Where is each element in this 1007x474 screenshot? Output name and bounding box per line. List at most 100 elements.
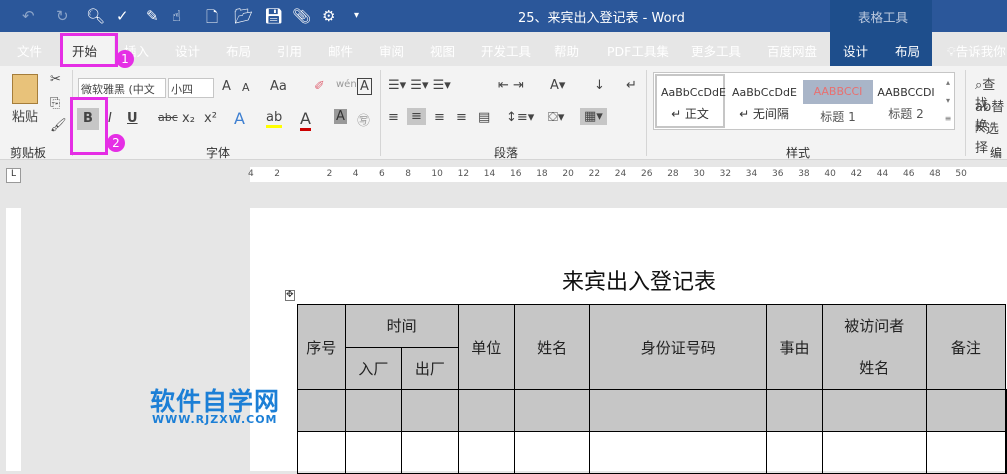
attach-icon[interactable]: 📎︎: [292, 7, 311, 25]
chinese-layout-icon[interactable]: A▾: [550, 78, 565, 93]
cell[interactable]: [297, 389, 346, 432]
touch-mode-icon[interactable]: ☝: [172, 7, 181, 25]
undo-icon[interactable]: ↶: [22, 7, 35, 25]
shading-icon[interactable]: ⛋▾: [548, 110, 564, 125]
cell[interactable]: [514, 431, 591, 474]
tab-selector[interactable]: L: [6, 168, 21, 183]
font-name-select[interactable]: 微软雅黑 (中文: [78, 78, 166, 98]
edit-icon[interactable]: ✎: [146, 7, 159, 25]
style-heading-1[interactable]: AABBCCI 标题 1: [803, 74, 873, 128]
cell[interactable]: [514, 389, 591, 432]
save-icon[interactable]: 💾︎: [264, 7, 283, 25]
cell[interactable]: [589, 389, 768, 432]
customize-qa-icon[interactable]: ▾: [354, 10, 359, 21]
cell[interactable]: [766, 389, 823, 432]
header-id[interactable]: 身份证号码: [589, 304, 768, 390]
phonetic-icon[interactable]: wén: [336, 79, 357, 90]
print-preview-icon[interactable]: 🔍︎: [86, 7, 105, 25]
enclose-char-icon[interactable]: ㊢: [357, 110, 370, 129]
cell[interactable]: [925, 389, 1007, 432]
tab-pdf-tools[interactable]: PDF工具集: [607, 41, 669, 60]
header-reason[interactable]: 事由: [766, 304, 823, 390]
cell[interactable]: [589, 431, 768, 474]
bullets-icon[interactable]: ☰▾ ☰▾ ☰▾: [388, 78, 451, 93]
table-move-handle[interactable]: ✥: [285, 290, 295, 301]
redo-icon[interactable]: ↻: [56, 7, 69, 25]
paste-button[interactable]: 粘贴: [12, 106, 38, 125]
header-time[interactable]: 时间: [344, 304, 459, 348]
tab-table-layout[interactable]: 布局: [895, 41, 920, 60]
cell[interactable]: [925, 431, 1007, 474]
tab-review[interactable]: 审阅: [379, 41, 404, 60]
horizontal-ruler[interactable]: 4 2 2 4 6 8 10 12 14 16 18 20 22 24 26 28 30 32 34 36 38 40 42…: [248, 167, 1007, 182]
cell[interactable]: [1005, 389, 1007, 432]
tell-me[interactable]: 💡︎告诉我你: [947, 41, 1006, 60]
cell[interactable]: [344, 431, 403, 474]
cell[interactable]: [1005, 431, 1007, 474]
vertical-ruler[interactable]: [6, 208, 21, 471]
header-note[interactable]: 备注: [925, 304, 1007, 390]
style-no-spacing[interactable]: AaBbCcDdE ↵ 无间隔: [728, 74, 800, 128]
style-heading-2[interactable]: AABBCCDI 标题 2: [873, 74, 939, 128]
italic-button[interactable]: I: [108, 111, 112, 126]
indent-icons[interactable]: ⇤ ⇥: [498, 78, 524, 93]
text-effects-icon[interactable]: A: [234, 109, 245, 128]
cell[interactable]: [401, 431, 459, 474]
new-doc-icon[interactable]: 🗋: [206, 7, 218, 32]
header-name[interactable]: 姓名: [514, 304, 591, 390]
align-right-icon[interactable]: ≡: [434, 110, 445, 125]
tab-baidu-netdisk[interactable]: 百度网盘: [767, 41, 817, 60]
underline-button[interactable]: U: [127, 111, 138, 126]
spelling-icon[interactable]: ✓: [116, 7, 129, 25]
gallery-scroll[interactable]: ▴ ▾ ≡: [942, 74, 954, 128]
tab-view[interactable]: 视图: [430, 41, 455, 60]
copy-icon[interactable]: ⎘: [50, 96, 60, 111]
cell[interactable]: [766, 431, 823, 474]
change-case-button[interactable]: Aa: [270, 79, 287, 94]
strikethrough-button[interactable]: abc: [158, 111, 178, 124]
header-no[interactable]: 序号: [297, 304, 346, 390]
cell[interactable]: [297, 431, 346, 474]
tab-table-design[interactable]: 设计: [843, 41, 868, 60]
tab-references[interactable]: 引用: [277, 41, 302, 60]
show-marks-icon[interactable]: ↵: [626, 78, 637, 93]
open-icon[interactable]: 📂︎: [234, 7, 253, 25]
format-painter-icon[interactable]: 🖌︎: [50, 118, 67, 133]
tab-mailings[interactable]: 邮件: [328, 41, 353, 60]
header-unit[interactable]: 单位: [457, 304, 516, 390]
clear-format-icon[interactable]: ✐: [314, 79, 325, 94]
font-size-select[interactable]: 小四: [168, 78, 214, 98]
cell[interactable]: [821, 389, 927, 432]
tab-file[interactable]: 文件: [17, 41, 42, 60]
highlight-icon[interactable]: ab: [266, 110, 283, 128]
paste-icon[interactable]: [12, 74, 38, 104]
check-icon[interactable]: ⚙: [322, 7, 335, 25]
tab-help[interactable]: 帮助: [554, 41, 579, 60]
grow-font-button[interactable]: A: [222, 79, 231, 94]
cell[interactable]: [344, 389, 403, 432]
style-normal[interactable]: AaBbCcDdE ↵ 正文: [655, 74, 726, 128]
cell[interactable]: [457, 431, 516, 474]
header-visitee[interactable]: 被访问者 姓名: [821, 304, 927, 390]
shrink-font-button[interactable]: A: [242, 81, 250, 94]
borders-icon[interactable]: ▦▾: [580, 108, 607, 125]
tab-layout[interactable]: 布局: [226, 41, 251, 60]
cell[interactable]: [457, 389, 516, 432]
tab-more-tools[interactable]: 更多工具: [691, 41, 741, 60]
distribute-icon[interactable]: ▤: [478, 110, 490, 125]
sort-icon[interactable]: ↓: [594, 78, 605, 93]
cut-icon[interactable]: ✂: [50, 72, 61, 87]
superscript-button[interactable]: x²: [204, 111, 217, 126]
header-out[interactable]: 出厂: [401, 346, 459, 390]
cell[interactable]: [401, 389, 459, 432]
align-left-icon[interactable]: ≡: [388, 110, 399, 125]
justify-icon[interactable]: ≡: [456, 110, 467, 125]
header-in[interactable]: 入厂: [344, 346, 403, 390]
cell[interactable]: [821, 431, 927, 474]
char-border-icon[interactable]: A: [357, 78, 372, 95]
tab-developer[interactable]: 开发工具: [481, 41, 531, 60]
font-color-icon[interactable]: A: [300, 109, 311, 131]
tab-design[interactable]: 设计: [175, 41, 200, 60]
align-center-icon[interactable]: ≡: [407, 108, 426, 125]
line-spacing-icon[interactable]: ↕≡▾: [506, 110, 534, 125]
